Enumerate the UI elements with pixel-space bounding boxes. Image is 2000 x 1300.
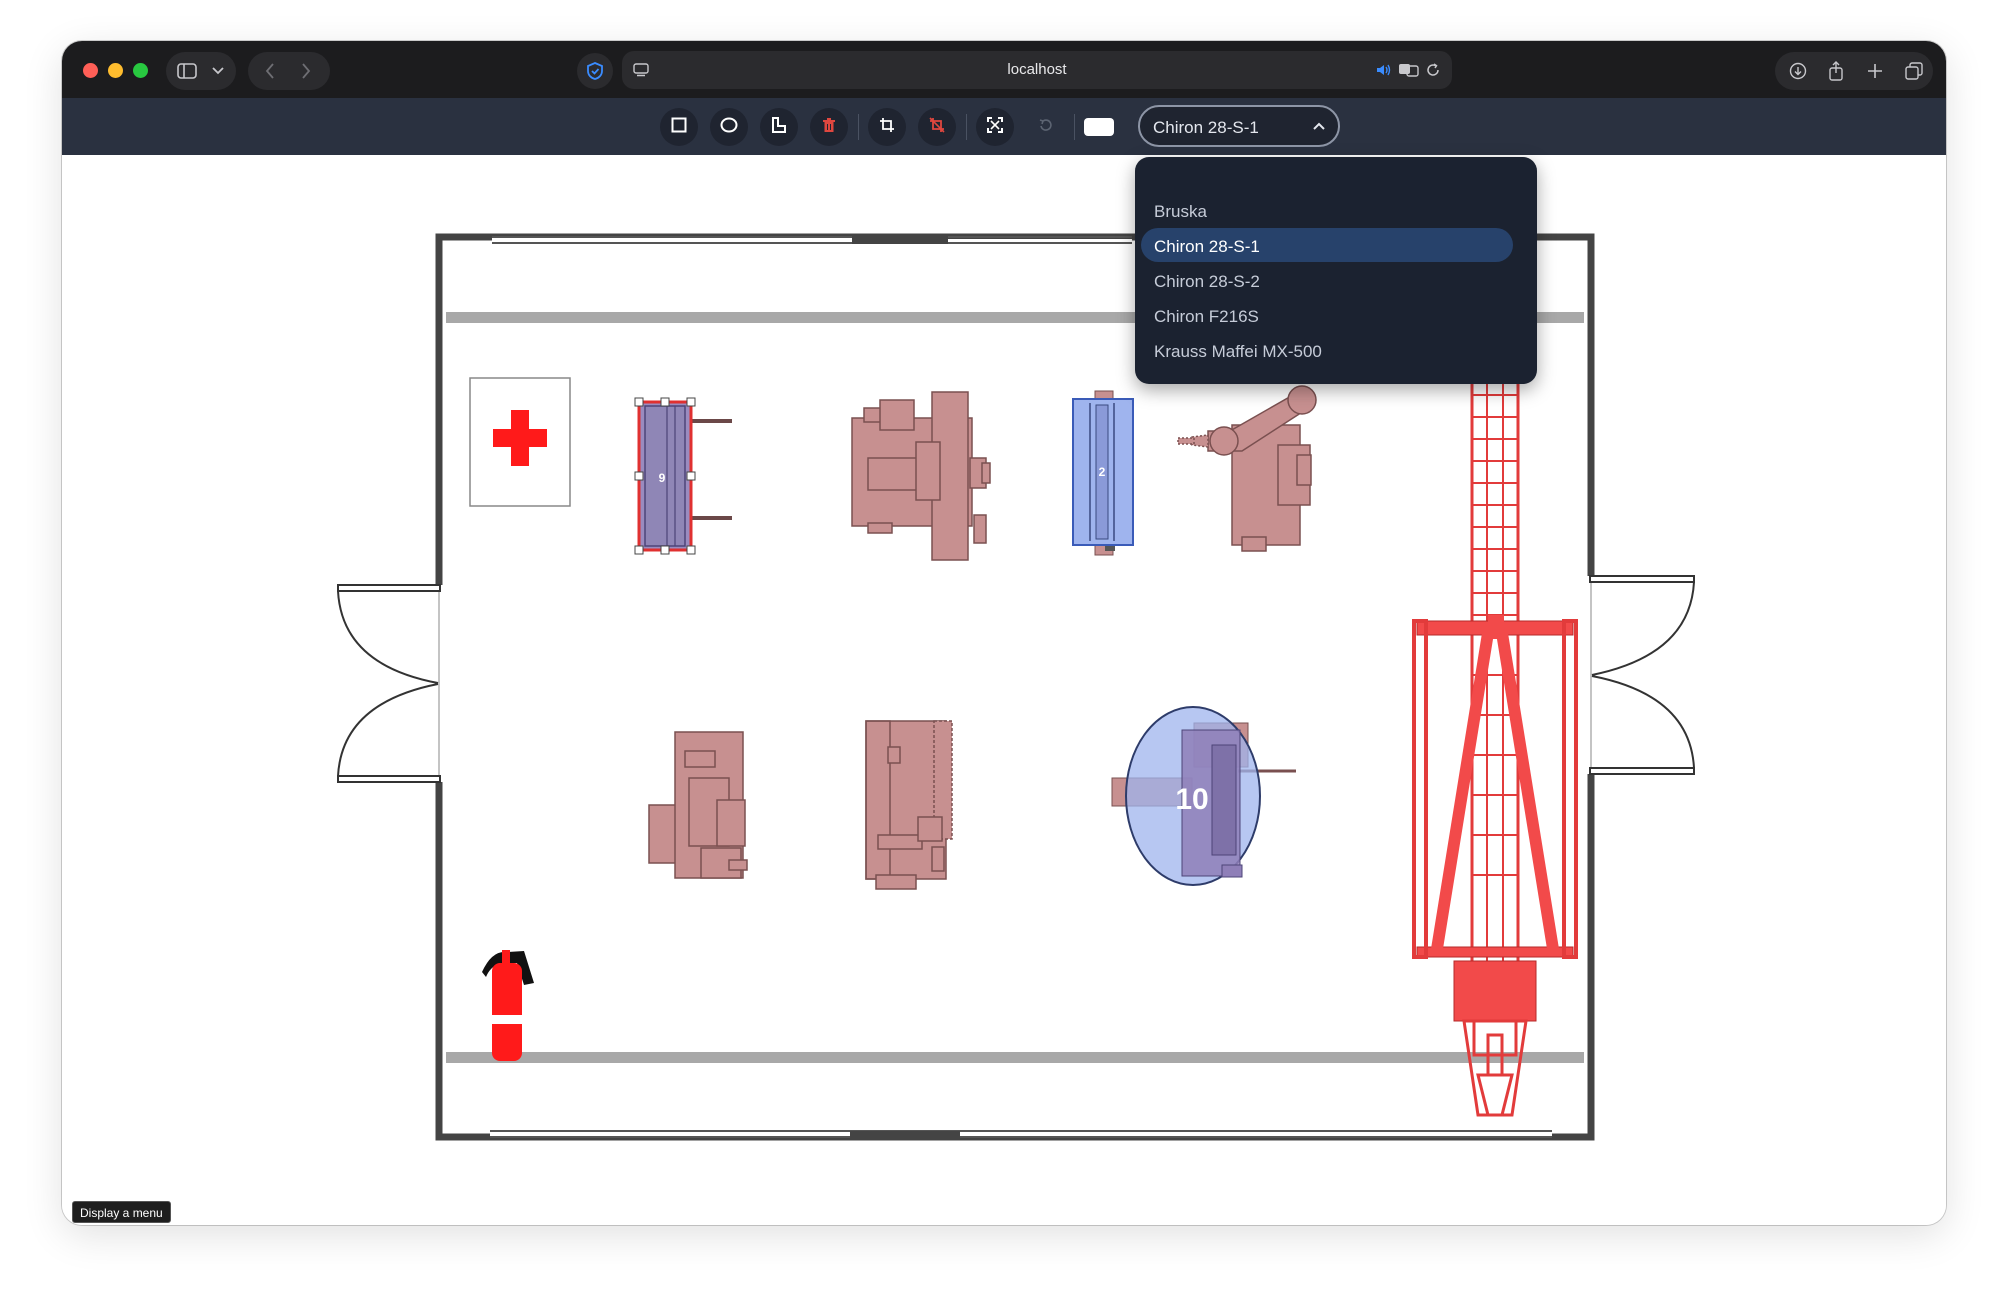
forward-icon[interactable] bbox=[296, 61, 316, 81]
address-text: localhost bbox=[1007, 61, 1067, 78]
rectangle-tool-button[interactable] bbox=[660, 108, 698, 146]
delete-button[interactable] bbox=[810, 108, 848, 146]
machine-9-label: 9 bbox=[659, 471, 666, 485]
floorplan-canvas[interactable]: 9 2 10 Display a menu bbox=[62, 155, 1946, 1225]
menu-option-chiron-28-s-2[interactable]: Chiron 28-S-2 bbox=[1141, 263, 1513, 297]
privacy-shield-icon[interactable] bbox=[577, 53, 613, 89]
minimize-window-button[interactable] bbox=[108, 63, 123, 78]
l-shape-icon bbox=[771, 116, 787, 138]
chevron-up-icon bbox=[1312, 115, 1326, 136]
machine-grinder[interactable] bbox=[648, 731, 748, 879]
sidebar-toggle-group[interactable] bbox=[166, 52, 236, 90]
undo-icon bbox=[1038, 118, 1052, 137]
machine-9-selected[interactable]: 9 bbox=[634, 397, 732, 555]
tooltip: Display a menu bbox=[72, 1201, 171, 1223]
machine-lathe-top[interactable] bbox=[851, 391, 991, 561]
machine-2[interactable]: 2 bbox=[1072, 390, 1134, 556]
menu-option-bruska[interactable]: Bruska bbox=[1141, 193, 1513, 227]
trash-icon bbox=[822, 117, 836, 138]
audio-playing-icon[interactable] bbox=[1375, 61, 1393, 79]
share-icon[interactable] bbox=[1825, 60, 1847, 82]
fullscreen-icon bbox=[987, 116, 1003, 138]
crop-off-icon bbox=[929, 116, 945, 138]
address-bar[interactable]: localhost bbox=[622, 51, 1452, 89]
close-window-button[interactable] bbox=[83, 63, 98, 78]
sidebar-icon[interactable] bbox=[176, 61, 198, 81]
remove-crop-button[interactable] bbox=[918, 108, 956, 146]
menu-option-chiron-28-s-1[interactable]: Chiron 28-S-1 bbox=[1141, 228, 1513, 262]
polygon-tool-button[interactable] bbox=[760, 108, 798, 146]
ellipse-tool-button[interactable] bbox=[710, 108, 748, 146]
left-double-door bbox=[337, 584, 441, 783]
first-aid-symbol[interactable] bbox=[469, 377, 571, 507]
toolbar-divider bbox=[858, 114, 859, 140]
robot-arm-machine[interactable] bbox=[1177, 385, 1317, 552]
translate-icon[interactable] bbox=[1398, 61, 1420, 79]
overhead-crane[interactable] bbox=[1412, 373, 1578, 1117]
new-tab-icon[interactable] bbox=[1865, 61, 1885, 81]
browser-titlebar: localhost bbox=[62, 41, 1946, 98]
chevron-down-icon[interactable] bbox=[210, 62, 226, 80]
menu-option-chiron-f216s[interactable]: Chiron F216S bbox=[1141, 298, 1513, 332]
reload-icon[interactable] bbox=[1424, 61, 1442, 79]
machine-10[interactable]: 10 bbox=[1111, 706, 1296, 886]
crop-button[interactable] bbox=[868, 108, 906, 146]
toolbar-divider bbox=[1074, 114, 1075, 140]
editor-toolbar: Chiron 28-S-1 bbox=[62, 98, 1946, 155]
right-double-door bbox=[1589, 575, 1695, 775]
zoom-window-button[interactable] bbox=[133, 63, 148, 78]
fire-extinguisher-symbol[interactable] bbox=[482, 950, 534, 1061]
tab-overview-icon[interactable] bbox=[1903, 61, 1925, 81]
machine-press[interactable] bbox=[865, 720, 953, 890]
square-icon bbox=[671, 117, 687, 138]
browser-window: localhost Chiron 28-S-1 Bruska Chiron 28… bbox=[62, 41, 1946, 1225]
menu-option-krauss-maffei-mx-500[interactable]: Krauss Maffei MX-500 bbox=[1141, 333, 1513, 367]
toolbar-divider bbox=[966, 114, 967, 140]
machine-select[interactable]: Chiron 28-S-1 bbox=[1138, 105, 1340, 147]
color-swatch[interactable] bbox=[1084, 118, 1114, 136]
machine-2-label: 2 bbox=[1099, 465, 1106, 479]
browser-actions-group bbox=[1775, 52, 1933, 90]
fit-to-screen-button[interactable] bbox=[976, 108, 1014, 146]
crop-icon bbox=[879, 117, 895, 138]
circle-icon bbox=[720, 117, 738, 138]
downloads-icon[interactable] bbox=[1787, 61, 1809, 81]
back-icon[interactable] bbox=[260, 61, 280, 81]
machine-select-value: Chiron 28-S-1 bbox=[1153, 118, 1259, 137]
machine-10-label: 10 bbox=[1175, 783, 1208, 816]
nav-button-group bbox=[248, 52, 330, 90]
undo-button[interactable] bbox=[1026, 108, 1064, 146]
machine-dropdown-menu: Bruska Chiron 28-S-1 Chiron 28-S-2 Chiro… bbox=[1135, 157, 1537, 384]
